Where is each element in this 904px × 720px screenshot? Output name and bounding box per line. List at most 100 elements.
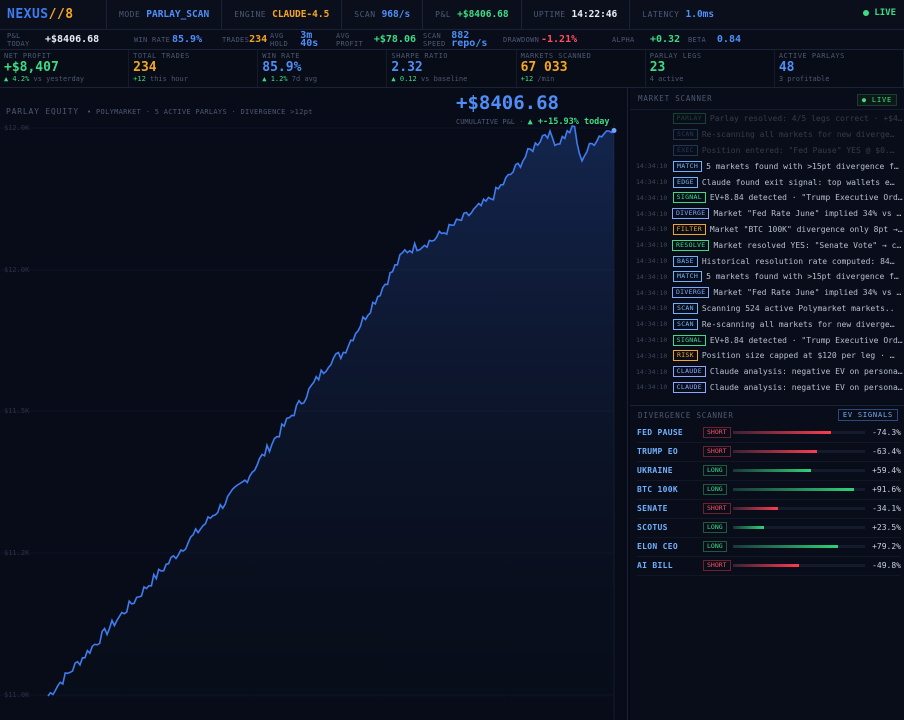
feed-row[interactable]: 14:34:10 SIGNAL EV+8.84 detected · "Trump … bbox=[630, 332, 904, 348]
ev-signals-badge[interactable]: EV SIGNALS bbox=[837, 409, 898, 421]
feed-time: 14:34:10 bbox=[636, 162, 668, 171]
kpi-sharpe-ratio: SHARPE RATIO 2.32 ▲ 0.12 vs baseline bbox=[387, 50, 517, 87]
feed-time: 14:34:10 bbox=[636, 209, 668, 218]
feed-time: 14:34:10 bbox=[636, 178, 668, 187]
feed-message: Claude found exit signal: top wallets ex… bbox=[701, 177, 898, 187]
stat-value: +0.32 bbox=[650, 33, 681, 45]
feed-row[interactable]: EXEC Position entered: "Fed Pause" YES @ … bbox=[630, 143, 904, 159]
feed-tag-signal: SIGNAL bbox=[672, 192, 706, 204]
feed-tag-filter: FILTER bbox=[672, 223, 706, 235]
feed-tag-scan: SCAN bbox=[673, 318, 698, 330]
y-axis-label: $11.5K bbox=[4, 407, 30, 415]
feed-tag-scan: SCAN bbox=[673, 129, 698, 141]
stat-value: 882 repo/s bbox=[451, 29, 488, 49]
topbar-item-label: P&L bbox=[435, 10, 452, 19]
feed-row[interactable]: 14:34:10 CLAUDE Claude analysis: negative … bbox=[630, 380, 904, 396]
feed-row[interactable]: 14:34:10 CLAUDE Claude analysis: negative … bbox=[630, 364, 904, 380]
kpi-label: ACTIVE PARLAYS bbox=[778, 52, 845, 60]
feed-row[interactable]: 14:34:10 DIVERGE Market "Fed Rate June" im… bbox=[630, 285, 904, 301]
feed-tag-signal: SIGNAL bbox=[672, 334, 706, 346]
feed-message: 5 markets found with >15pt divergence fr… bbox=[706, 161, 903, 171]
feed-message: EV+8.84 detected · "Trump Executive Ord.… bbox=[709, 335, 904, 345]
kpi-parlay-legs: PARLAY LEGS 23 4 active bbox=[646, 50, 775, 87]
feed-row[interactable]: 14:34:10 DIVERGE Market "Fed Rate June" im… bbox=[630, 206, 904, 222]
kpi-subtext: ▲ 0.12 vs baseline bbox=[391, 75, 468, 83]
equity-total-value: +$8406.68 bbox=[456, 92, 559, 114]
feed-row[interactable]: 14:34:10 SCAN Re-scanning all markets for … bbox=[630, 316, 904, 332]
kpi-subtext: +12 /min bbox=[520, 75, 555, 83]
stat-value: 3m 40s bbox=[300, 29, 319, 49]
divergence-scanner-title: DIVERGENCE SCANNER bbox=[638, 410, 734, 420]
equity-latest-point bbox=[611, 128, 617, 134]
topbar-item-value: 14:22:46 bbox=[571, 9, 618, 20]
topbar-item-label: MODE bbox=[119, 10, 141, 19]
kpi-row: NET PROFIT +$8,407 ▲ 4.2% vs yesterday TOTA… bbox=[0, 50, 904, 88]
divergence-bar-track bbox=[733, 469, 865, 472]
feed-row[interactable]: 14:34:10 BASE Historical resolution rate c… bbox=[630, 253, 904, 269]
kpi-change: ▲ 4.2% bbox=[4, 75, 34, 83]
divergence-direction-badge: SHORT bbox=[703, 446, 731, 457]
feed-row[interactable]: 14:34:10 RISK Position size capped at $120… bbox=[630, 348, 904, 364]
divergence-row-trump-eo[interactable]: TRUMP EO SHORT -63.4% bbox=[637, 443, 901, 462]
feed-time: 14:34:10 bbox=[636, 351, 668, 360]
divergence-bar-fill bbox=[733, 526, 765, 529]
feed-message: Re-scanning all markets for new divergen… bbox=[701, 319, 898, 329]
kpi-subtext: 4 active bbox=[649, 75, 684, 83]
kpi-change: ▲ 0.12 bbox=[391, 75, 421, 83]
divergence-market-name: BTC 100K bbox=[637, 485, 678, 494]
feed-row[interactable]: 14:34:10 EDGE Claude found exit signal: to… bbox=[630, 174, 904, 190]
feed-tag-edge: EDGE bbox=[673, 176, 698, 188]
equity-panel: $12.0K $12.0K $11.5K $11.2K $11.0K PARLAY EQ… bbox=[0, 88, 628, 720]
scanner-live-badge: ● LIVE bbox=[856, 94, 897, 106]
topbar-item-value: 1.0ms bbox=[685, 9, 715, 20]
feed-message: Position entered: "Fed Pause" YES @ $0.4… bbox=[701, 145, 898, 155]
feed-row[interactable]: 14:34:10 SCAN Scanning 524 active Polymark… bbox=[630, 301, 904, 317]
feed-tag-match: MATCH bbox=[673, 271, 703, 283]
feed-row[interactable]: 14:34:10 RESOLVE Market resolved YES: "Sen… bbox=[630, 237, 904, 253]
divergence-market-name: UKRAINE bbox=[637, 466, 673, 475]
divergence-bar-track bbox=[733, 507, 865, 510]
kpi-net-profit: NET PROFIT +$8,407 ▲ 4.2% vs yesterday bbox=[0, 50, 130, 87]
equity-caption: CUMULATIVE P&L · ▲ +-15.93% today bbox=[456, 117, 610, 127]
divergence-row-ai-bill[interactable]: AI BILL SHORT -49.8% bbox=[637, 557, 901, 576]
topbar-item-uptime: UPTIME 14:22:46 bbox=[520, 0, 630, 30]
equity-chart: $12.0K $12.0K $11.5K $11.2K $11.0K bbox=[0, 124, 617, 720]
stat-value: 0.84 bbox=[716, 33, 741, 45]
divergence-direction-badge: LONG bbox=[703, 541, 727, 552]
divergence-bar-fill bbox=[733, 488, 854, 491]
topbar-item-scan: SCAN 968/s bbox=[341, 0, 422, 30]
stat-label: WIN RATE bbox=[134, 35, 171, 44]
divergence-row-senate[interactable]: SENATE SHORT -34.1% bbox=[637, 500, 901, 519]
feed-row[interactable]: 14:34:10 SIGNAL EV+8.84 detected · "Trump … bbox=[630, 190, 904, 206]
scanner-feed[interactable]: PARLAY Parlay resolved: 4/5 legs correct … bbox=[630, 110, 904, 395]
divergence-row-divider bbox=[637, 575, 901, 576]
feed-row[interactable]: 14:34:10 MATCH 5 markets found with >15pt … bbox=[630, 158, 904, 174]
divergence-row-ukraine[interactable]: UKRAINE LONG +59.4% bbox=[637, 462, 901, 481]
divergence-market-name: SCOTUS bbox=[637, 523, 668, 532]
stat-label: DRAWDOWN bbox=[503, 35, 540, 44]
divergence-row-scotus[interactable]: SCOTUS LONG +23.5% bbox=[637, 519, 901, 538]
divergence-value: -74.3% bbox=[872, 428, 901, 437]
app-logo[interactable]: NEXUS//8 bbox=[0, 7, 106, 22]
stat-label: P&L TODAY bbox=[7, 31, 30, 48]
topbar-item-engine: ENGINE CLAUDE-4.5 bbox=[221, 0, 341, 30]
feed-row[interactable]: 14:34:10 MATCH 5 markets found with >15pt … bbox=[630, 269, 904, 285]
feed-row[interactable]: SCAN Re-scanning all markets for new dive… bbox=[630, 127, 904, 143]
kpi-subtext: +12 this hour bbox=[133, 75, 188, 83]
stat-value: 85.9% bbox=[172, 33, 203, 45]
live-dot-icon bbox=[863, 10, 870, 16]
divergence-row-elon-ceo[interactable]: ELON CEO LONG +79.2% bbox=[637, 538, 901, 557]
feed-time: 14:34:10 bbox=[636, 367, 668, 376]
divergence-row-btc-100k[interactable]: BTC 100K LONG +91.6% bbox=[637, 481, 901, 500]
divergence-value: +59.4% bbox=[872, 466, 901, 475]
feed-row[interactable]: PARLAY Parlay resolved: 4/5 legs correct … bbox=[630, 111, 904, 127]
divergence-row-fed-pause[interactable]: FED PAUSE SHORT -74.3% bbox=[637, 424, 901, 443]
stat-win-rate: WIN RATE 85.9% bbox=[127, 30, 215, 50]
kpi-value: 48 bbox=[778, 60, 795, 75]
kpi-active-parlays: ACTIVE PARLAYS 48 3 profitable bbox=[775, 50, 904, 87]
feed-row[interactable]: 14:34:10 FILTER Market "BTC 100K" divergen… bbox=[630, 222, 904, 238]
divergence-market-name: SENATE bbox=[637, 504, 668, 513]
feed-tag-base: BASE bbox=[673, 255, 698, 267]
topbar-item-latency: LATENCY 1.0ms bbox=[629, 0, 726, 30]
kpi-value: 23 bbox=[649, 60, 666, 75]
